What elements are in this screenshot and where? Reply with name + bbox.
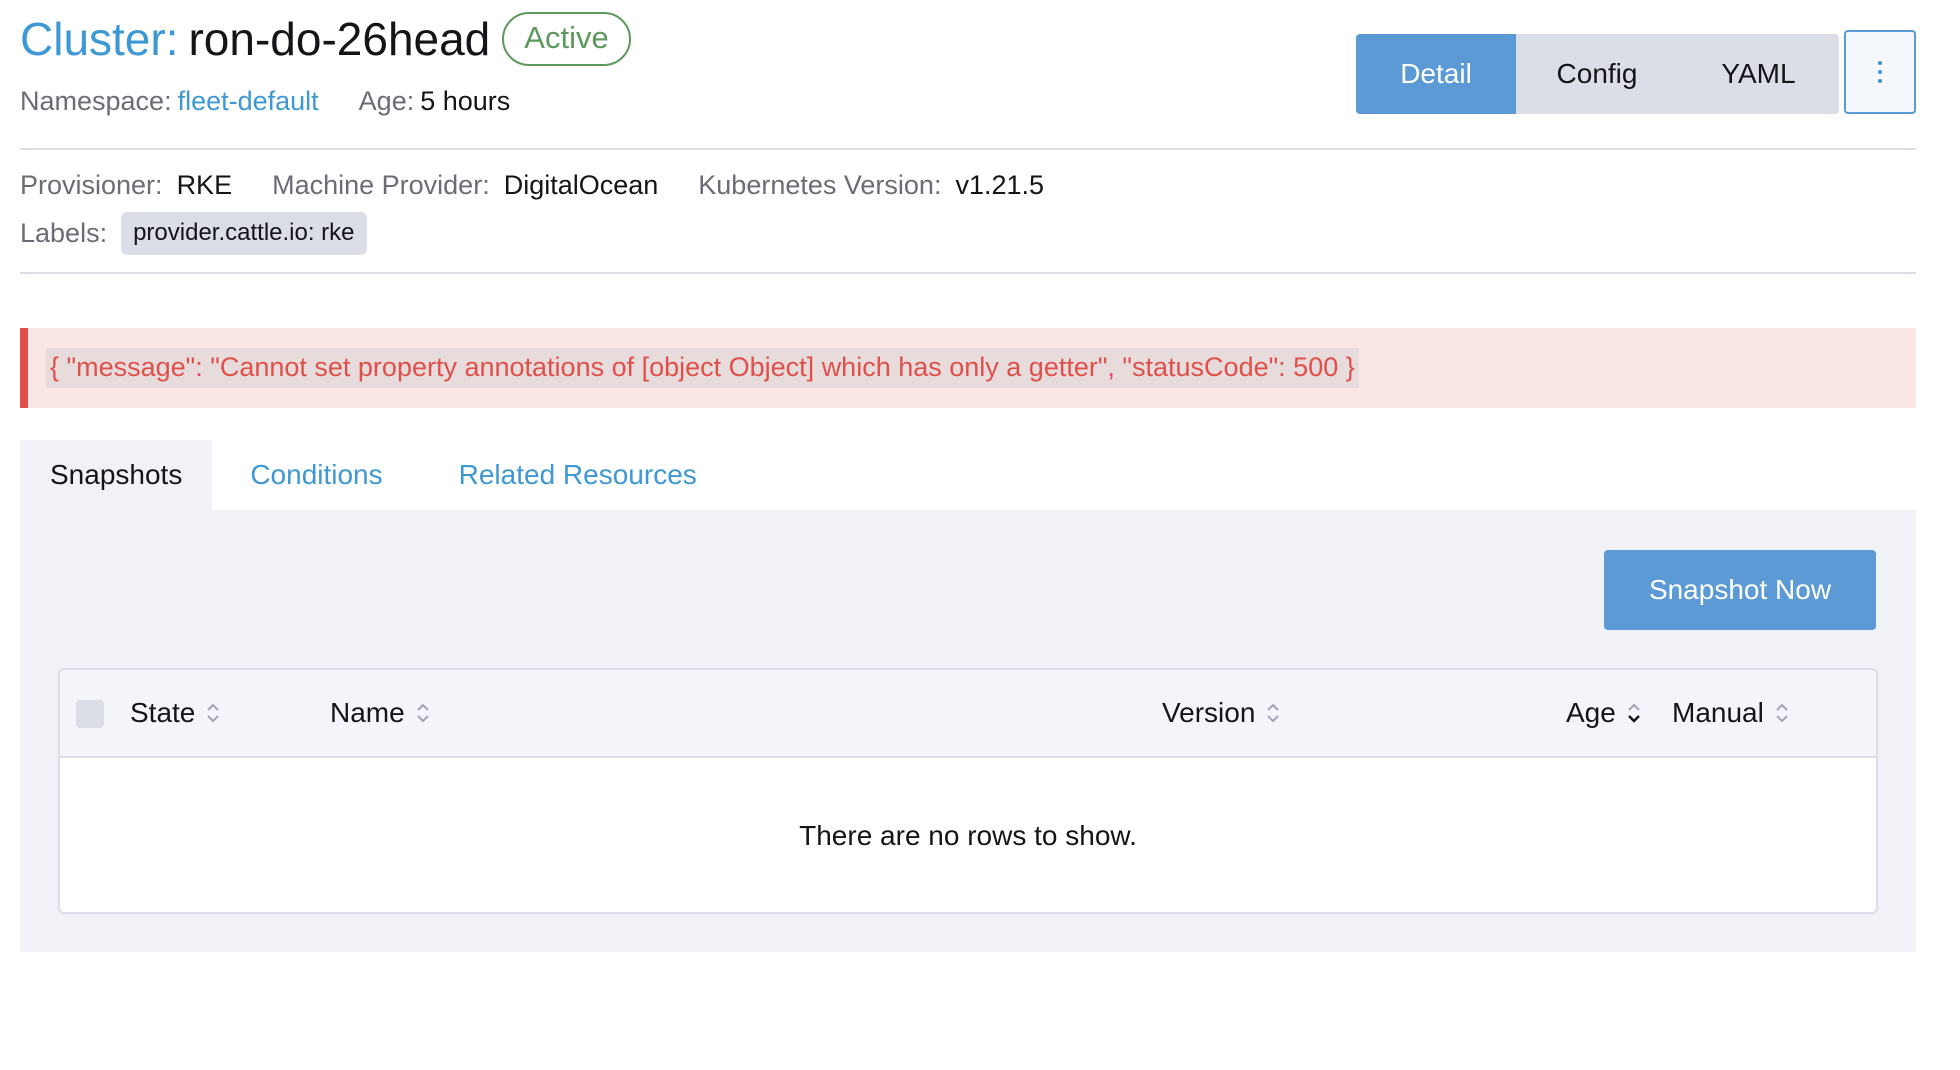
table-header: State Name Version Age Manual bbox=[60, 670, 1876, 758]
detail-view-button[interactable]: Detail bbox=[1356, 34, 1516, 114]
resource-type-link[interactable]: Cluster: bbox=[20, 12, 178, 66]
namespace-label: Namespace: bbox=[20, 86, 172, 116]
cluster-detail-page: Cluster: ron-do-26head Active Namespace:… bbox=[0, 0, 1960, 1070]
age-label: Age: bbox=[358, 86, 415, 116]
column-header-manual[interactable]: Manual bbox=[1672, 670, 1790, 756]
column-header-age[interactable]: Age bbox=[1566, 670, 1642, 756]
sort-icon bbox=[415, 701, 431, 725]
meta-info: Namespace: fleet-default Age: 5 hours bbox=[20, 86, 510, 117]
provisioner-value: RKE bbox=[176, 170, 233, 200]
snapshot-now-button[interactable]: Snapshot Now bbox=[1604, 550, 1876, 630]
error-message: { "message": "Cannot set property annota… bbox=[46, 348, 1359, 388]
column-header-version[interactable]: Version bbox=[1162, 670, 1281, 756]
status-badge: Active bbox=[502, 12, 631, 66]
error-banner: { "message": "Cannot set property annota… bbox=[20, 328, 1916, 408]
view-switcher: Detail Config YAML bbox=[1356, 34, 1839, 114]
resource-tabs: Snapshots Conditions Related Resources bbox=[20, 440, 735, 510]
yaml-view-button[interactable]: YAML bbox=[1678, 34, 1839, 114]
sort-icon bbox=[205, 701, 221, 725]
actions-menu-button[interactable] bbox=[1844, 30, 1916, 114]
column-label: Name bbox=[330, 697, 405, 728]
kubernetes-version-value: v1.21.5 bbox=[955, 170, 1045, 200]
kebab-menu-icon bbox=[1878, 61, 1882, 83]
column-label: Manual bbox=[1672, 697, 1764, 728]
machine-provider-value: DigitalOcean bbox=[503, 170, 659, 200]
column-label: State bbox=[130, 697, 196, 728]
empty-table-message: There are no rows to show. bbox=[799, 820, 1137, 851]
snapshots-panel: Snapshot Now State Name Version Age Manu… bbox=[20, 510, 1916, 952]
column-label: Version bbox=[1162, 697, 1256, 728]
tab-related-resources[interactable]: Related Resources bbox=[421, 440, 735, 510]
column-header-name[interactable]: Name bbox=[330, 670, 431, 756]
age-value: 5 hours bbox=[420, 86, 511, 116]
provisioner-label: Provisioner: bbox=[20, 170, 163, 200]
label-chip: provider.cattle.io: rke bbox=[121, 212, 367, 255]
select-all-checkbox[interactable] bbox=[76, 700, 104, 728]
cluster-name: ron-do-26head bbox=[188, 13, 491, 65]
page-title: Cluster: ron-do-26head Active bbox=[20, 12, 631, 66]
snapshots-table: State Name Version Age Manual There are … bbox=[58, 668, 1878, 914]
sort-icon bbox=[1265, 701, 1281, 725]
cluster-details: Provisioner: RKE Machine Provider: Digit… bbox=[20, 170, 1044, 201]
machine-provider-label: Machine Provider: bbox=[272, 170, 490, 200]
labels-label: Labels: bbox=[20, 218, 108, 248]
details-divider bbox=[20, 272, 1916, 274]
config-view-button[interactable]: Config bbox=[1516, 34, 1678, 114]
kubernetes-version-label: Kubernetes Version: bbox=[698, 170, 942, 200]
column-label: Age bbox=[1566, 697, 1616, 728]
tab-conditions[interactable]: Conditions bbox=[212, 440, 420, 510]
namespace-link[interactable]: fleet-default bbox=[178, 86, 319, 117]
header-divider bbox=[20, 148, 1916, 150]
sort-descending-icon bbox=[1626, 701, 1642, 725]
sort-icon bbox=[1774, 701, 1790, 725]
tab-snapshots[interactable]: Snapshots bbox=[20, 440, 213, 510]
column-header-state[interactable]: State bbox=[130, 670, 221, 756]
labels-row: Labels: provider.cattle.io: rke bbox=[20, 212, 367, 255]
